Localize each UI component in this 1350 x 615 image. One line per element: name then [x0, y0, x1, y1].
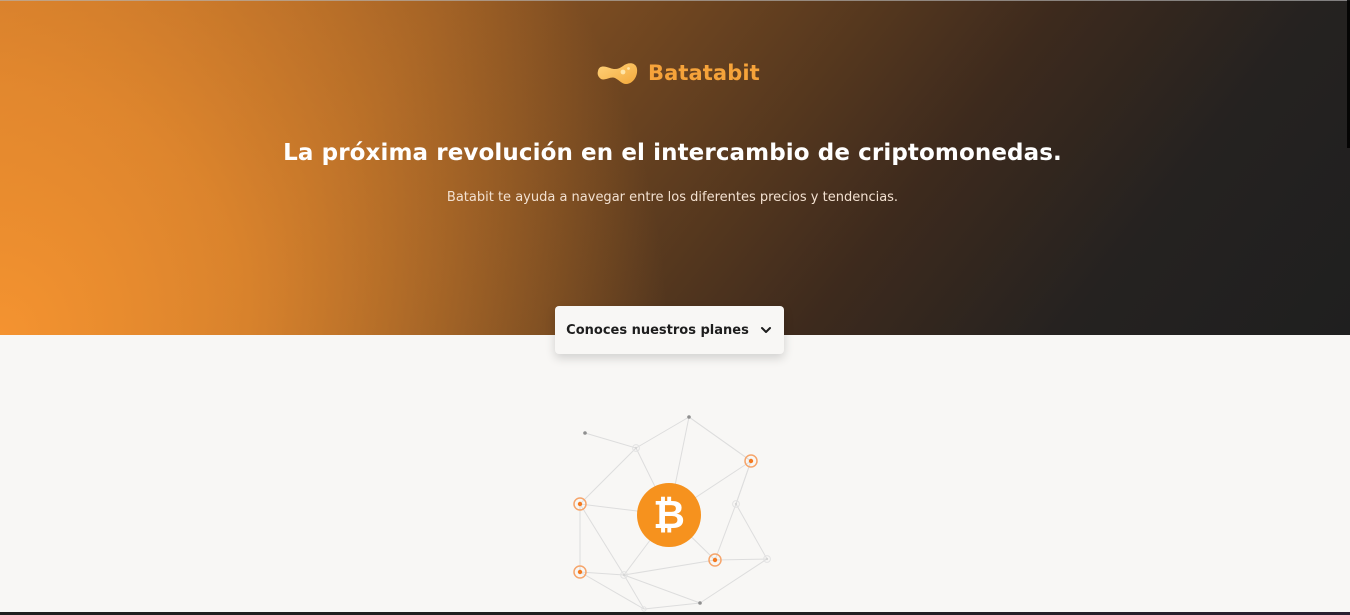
svg-text:₿: ₿	[653, 493, 685, 538]
plans-button-label: Conoces nuestros planes	[566, 322, 749, 338]
hero-section: Batatabit La próxima revolución en el in…	[0, 0, 1350, 335]
potato-logo-icon	[597, 63, 638, 84]
hero-subtitle: Batabit te ayuda a navegar entre los dif…	[446, 190, 899, 205]
landing-page: Batatabit La próxima revolución en el in…	[0, 0, 1350, 615]
brand-logo-group[interactable]: Batatabit	[597, 58, 760, 88]
plans-dropdown-button[interactable]: Conoces nuestros planes	[555, 306, 784, 354]
hero-title: La próxima revolución en el intercambio …	[283, 140, 1062, 167]
bitcoin-icon: ₿	[637, 483, 701, 547]
chevron-down-icon	[760, 327, 771, 333]
brand-name: Batatabit	[648, 61, 760, 85]
bitcoin-network-illustration: ₿	[573, 415, 771, 612]
